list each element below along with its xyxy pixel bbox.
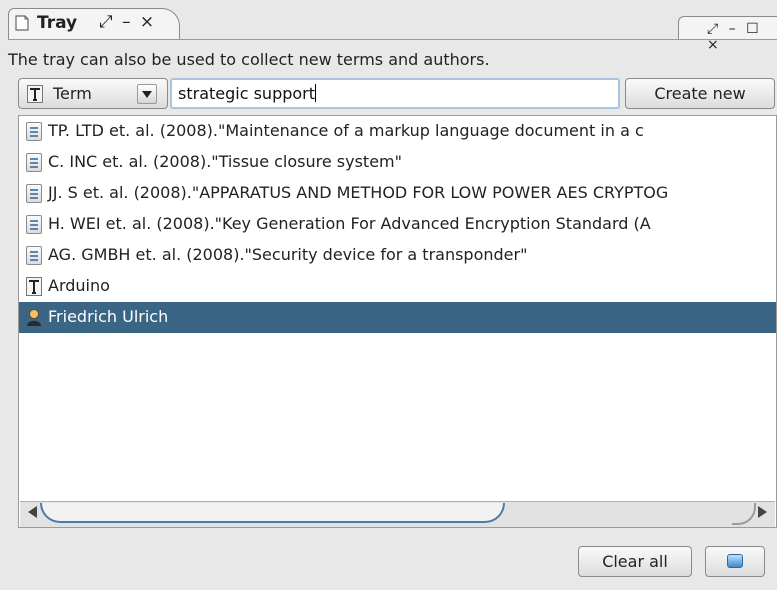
tab-divider <box>8 39 777 40</box>
scroll-thumb[interactable] <box>40 503 505 523</box>
list-item[interactable]: Arduino <box>19 271 776 302</box>
list-item-text: H. WEI et. al. (2008)."Key Generation Fo… <box>48 214 651 233</box>
tab-title: Tray <box>37 13 78 33</box>
tray-panel: Tray ⤢ – × ⤢ – ☐ × The tray can also be … <box>8 0 777 590</box>
document-icon <box>26 215 42 234</box>
author-icon <box>27 309 41 326</box>
scroll-track-end <box>732 503 756 525</box>
text-caret <box>315 84 317 102</box>
list-item-text: AG. GMBH et. al. (2008)."Security device… <box>48 245 528 264</box>
horizontal-scrollbar[interactable] <box>20 501 775 527</box>
search-input[interactable]: strategic support <box>170 78 620 109</box>
list-item-selected[interactable]: Friedrich Ulrich <box>19 302 776 333</box>
document-icon <box>26 153 42 172</box>
create-new-button[interactable]: Create new <box>625 78 775 109</box>
chevron-down-icon[interactable] <box>137 84 157 104</box>
list-item-text: Friedrich Ulrich <box>48 307 169 326</box>
send-icon <box>727 554 743 568</box>
list-item[interactable]: AG. GMBH et. al. (2008)."Security device… <box>19 240 776 271</box>
list-item-text: C. INC et. al. (2008)."Tissue closure sy… <box>48 152 402 171</box>
document-icon <box>26 246 42 265</box>
tray-hint: The tray can also be used to collect new… <box>8 50 490 69</box>
tray-icon <box>15 15 29 31</box>
list-item[interactable]: JJ. S et. al. (2008)."APPARATUS AND METH… <box>19 178 776 209</box>
list-item[interactable]: TP. LTD et. al. (2008)."Maintenance of a… <box>19 116 776 147</box>
type-dropdown[interactable]: Term <box>18 78 168 109</box>
list-item-text: TP. LTD et. al. (2008)."Maintenance of a… <box>48 121 644 140</box>
send-button[interactable] <box>705 546 765 577</box>
document-icon <box>26 184 42 203</box>
term-icon <box>27 85 43 103</box>
document-icon <box>26 122 42 141</box>
search-input-value: strategic support <box>178 84 316 103</box>
window-controls[interactable]: ⤢ – ☐ × <box>678 16 777 53</box>
term-icon <box>26 277 42 296</box>
clear-all-button[interactable]: Clear all <box>578 546 692 577</box>
list-item[interactable]: H. WEI et. al. (2008)."Key Generation Fo… <box>19 209 776 240</box>
tab-strip: Tray ⤢ – × ⤢ – ☐ × <box>8 6 777 53</box>
tray-list[interactable]: TP. LTD et. al. (2008)."Maintenance of a… <box>18 115 777 528</box>
list-item[interactable]: C. INC et. al. (2008)."Tissue closure sy… <box>19 147 776 178</box>
list-item-text: JJ. S et. al. (2008)."APPARATUS AND METH… <box>48 183 669 202</box>
tab-tray[interactable]: Tray ⤢ – × <box>8 8 180 40</box>
type-dropdown-label: Term <box>53 84 92 103</box>
scroll-right-icon[interactable] <box>758 506 767 518</box>
list-item-text: Arduino <box>48 276 110 295</box>
tab-controls[interactable]: ⤢ – × <box>99 12 156 32</box>
scroll-left-icon[interactable] <box>28 506 37 518</box>
